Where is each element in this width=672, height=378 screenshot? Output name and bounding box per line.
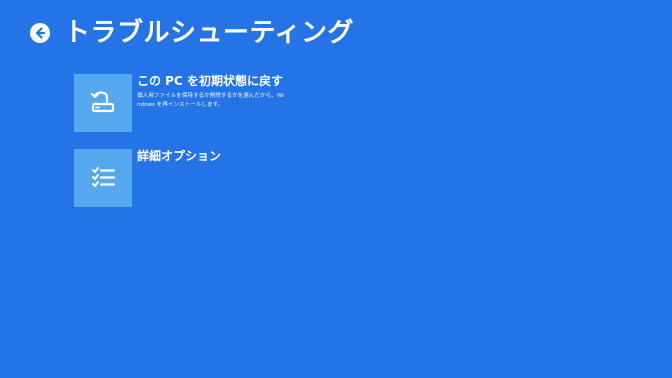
advanced-options-option[interactable]: 詳細オプション bbox=[74, 149, 634, 207]
reset-pc-text: この PC を初期状態に戻す 個人用ファイルを保持するか削除するかを選んだから、… bbox=[137, 74, 285, 110]
reset-pc-icon bbox=[90, 91, 115, 113]
reset-pc-tile[interactable] bbox=[74, 74, 132, 132]
recovery-screen: { "header": { "title": "トラブルシューティング", "b… bbox=[0, 0, 672, 378]
header: トラブルシューティング bbox=[30, 16, 354, 50]
advanced-options-text: 詳細オプション bbox=[137, 149, 285, 167]
advanced-options-tile[interactable] bbox=[74, 149, 132, 207]
reset-pc-title: この PC を初期状態に戻す bbox=[137, 74, 283, 88]
page-title: トラブルシューティング bbox=[64, 18, 354, 48]
reset-pc-description: 個人用ファイルを保持するか削除するかを選んだから、Windows を再インストー… bbox=[137, 93, 284, 108]
options-list: この PC を初期状態に戻す 個人用ファイルを保持するか削除するかを選んだから、… bbox=[74, 74, 634, 224]
checklist-icon bbox=[92, 167, 116, 187]
advanced-options-title: 詳細オプション bbox=[137, 149, 222, 163]
reset-pc-option[interactable]: この PC を初期状態に戻す 個人用ファイルを保持するか削除するかを選んだから、… bbox=[74, 74, 634, 132]
back-button[interactable] bbox=[30, 23, 50, 43]
back-arrow-icon bbox=[35, 27, 46, 39]
